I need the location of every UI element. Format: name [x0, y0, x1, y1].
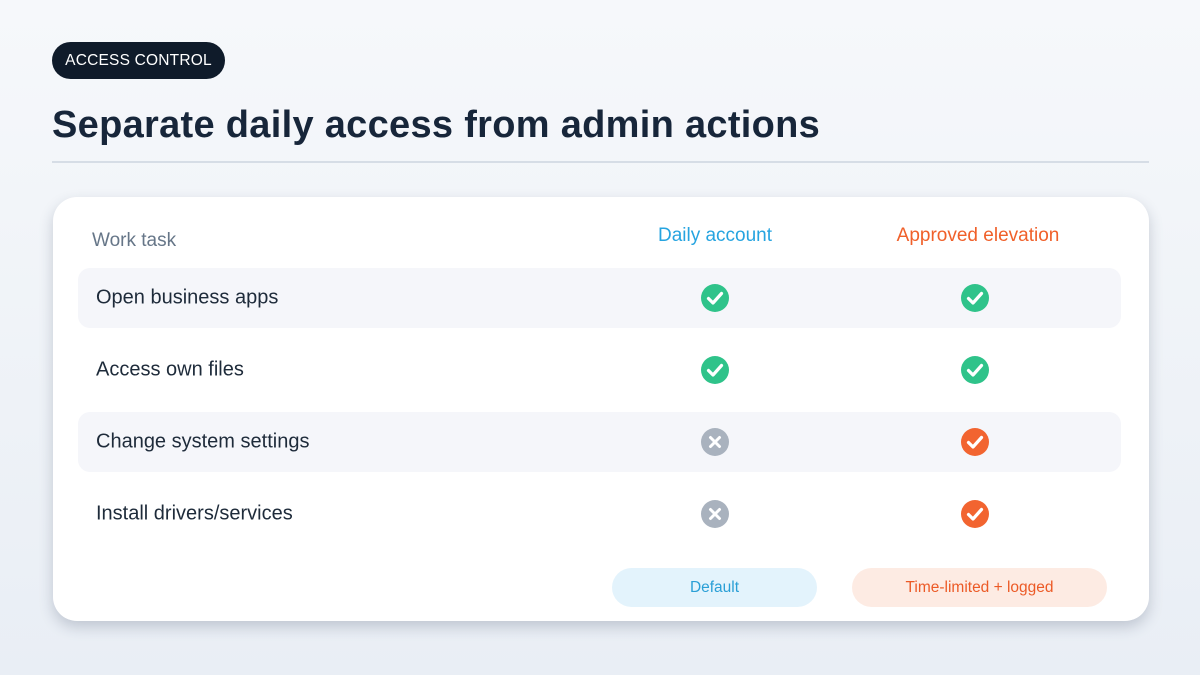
section-tag: ACCESS CONTROL: [52, 42, 225, 79]
x-circle-icon-daily: [700, 427, 730, 457]
row-task-label: Open business apps: [96, 286, 279, 309]
page-title: Separate daily access from admin actions: [52, 104, 821, 146]
column-header-daily-label: Daily account: [657, 225, 773, 246]
row-task-label: Change system settings: [96, 430, 310, 453]
check-circle-icon-elevation: [960, 283, 990, 313]
table-row: Change system settings: [78, 412, 1121, 472]
elevation-footer-badge: Time-limited + logged: [852, 568, 1107, 607]
x-circle-icon-daily: [700, 499, 730, 529]
table-row: Open business apps: [78, 268, 1121, 328]
comparison-card: Work task Daily account Approved elevati…: [53, 197, 1149, 621]
check-circle-icon-elevation: [960, 499, 990, 529]
column-header-elevation-label: Approved elevation: [896, 225, 1060, 246]
check-circle-icon-elevation: [960, 427, 990, 457]
table-row: Access own files: [78, 340, 1121, 400]
check-circle-icon-daily: [700, 283, 730, 313]
check-circle-icon-daily: [700, 355, 730, 385]
column-header-task: Work task: [92, 230, 177, 251]
check-circle-icon-elevation: [960, 355, 990, 385]
row-task-label: Access own files: [96, 358, 244, 381]
row-task-label: Install drivers/services: [96, 502, 293, 525]
table-row: Install drivers/services: [78, 484, 1121, 544]
daily-footer-badge: Default: [612, 568, 817, 607]
title-divider: [52, 161, 1149, 163]
